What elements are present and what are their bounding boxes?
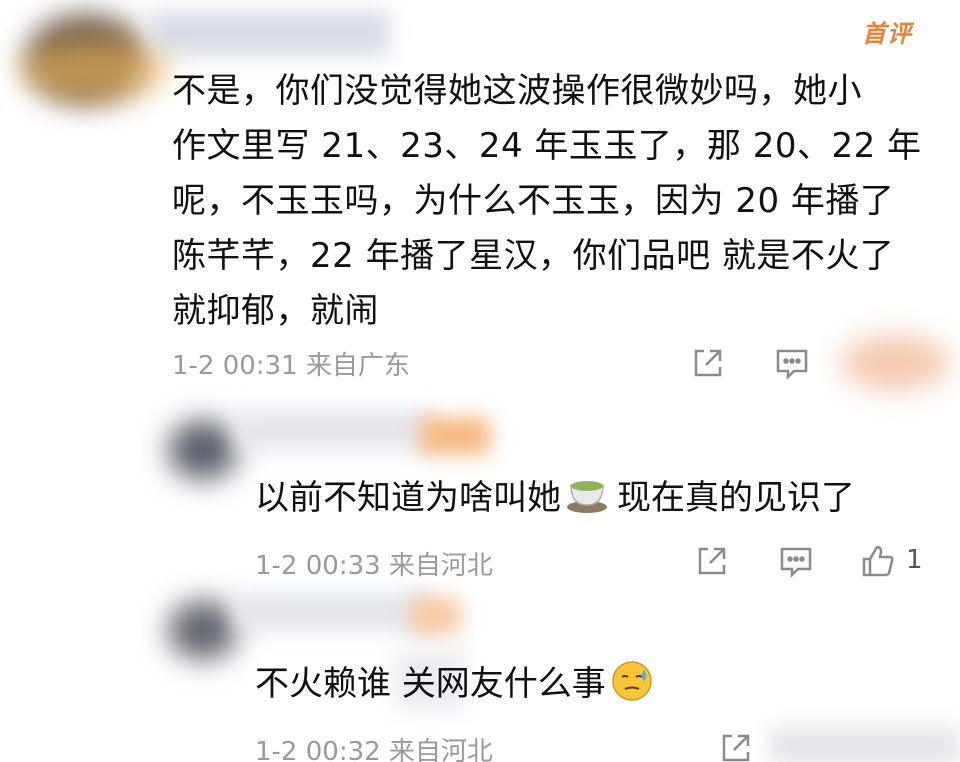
reply-meta: 1-2 00:32 来自河北	[255, 737, 493, 762]
reply-username-blurred-accent	[410, 598, 460, 634]
share-button[interactable]	[716, 728, 756, 762]
share-button[interactable]	[692, 541, 732, 581]
main-comment-text: 不是，你们没觉得她这波操作很微妙吗，她小 作文里写 21、23、24 年玉玉了，…	[172, 64, 932, 339]
comment-line: 不是，你们没觉得她这波操作很微妙吗，她小	[172, 71, 862, 111]
reply-username-blurred[interactable]	[236, 592, 436, 632]
sweat-face-icon	[610, 659, 654, 712]
share-icon	[694, 349, 722, 377]
comment-line: 作文里写 21、23、24 年玉玉了，那 20、22 年	[172, 126, 922, 166]
share-icon	[698, 547, 726, 575]
comment-icon	[780, 547, 812, 579]
reply-text-before: 不火赖谁 关网友什么事	[255, 664, 606, 704]
reply-meta: 1-2 00:33 来自河北	[255, 551, 493, 581]
comment-thread: 首评 不是，你们没觉得她这波操作很微妙吗，她小 作文里写 21、23、24 年玉…	[0, 0, 960, 762]
reply-text-before: 以前不知道为啥叫她	[255, 478, 561, 518]
like-count: 1	[906, 545, 923, 575]
first-comment-badge: 首评	[862, 20, 912, 48]
thumbs-up-icon	[862, 545, 894, 577]
reply-avatar[interactable]	[168, 600, 238, 660]
action-icons-blurred	[770, 726, 960, 762]
comment-line: 陈芊芊，22 年播了星汉，你们品吧 就是不火了	[172, 236, 895, 276]
reply-username-blurred[interactable]	[236, 410, 436, 450]
main-comment-meta: 1-2 00:31 来自广东	[172, 351, 410, 381]
avatar-blur-overlay	[20, 40, 170, 100]
like-button[interactable]	[858, 541, 898, 581]
reply-text: 以前不知道为啥叫她 现在真的见识了	[255, 470, 855, 524]
share-icon	[722, 734, 750, 762]
comment-icon	[776, 349, 808, 381]
comment-line: 呢，不玉玉吗，为什么不玉玉，因为 20 年播了	[172, 181, 895, 221]
comment-line: 就抑郁，就闹	[172, 291, 379, 331]
username-blurred[interactable]	[150, 10, 390, 56]
like-button-blurred[interactable]	[840, 335, 950, 390]
comment-button[interactable]	[776, 541, 816, 581]
reply-text: 不火赖谁 关网友什么事	[255, 656, 662, 712]
reply-text-after: 现在真的见识了	[617, 478, 855, 518]
reply-username-blurred-accent	[420, 418, 490, 454]
reply-avatar[interactable]	[168, 420, 238, 480]
share-button[interactable]	[688, 343, 728, 383]
comment-button[interactable]	[772, 343, 812, 383]
green-tea-icon	[565, 475, 609, 524]
